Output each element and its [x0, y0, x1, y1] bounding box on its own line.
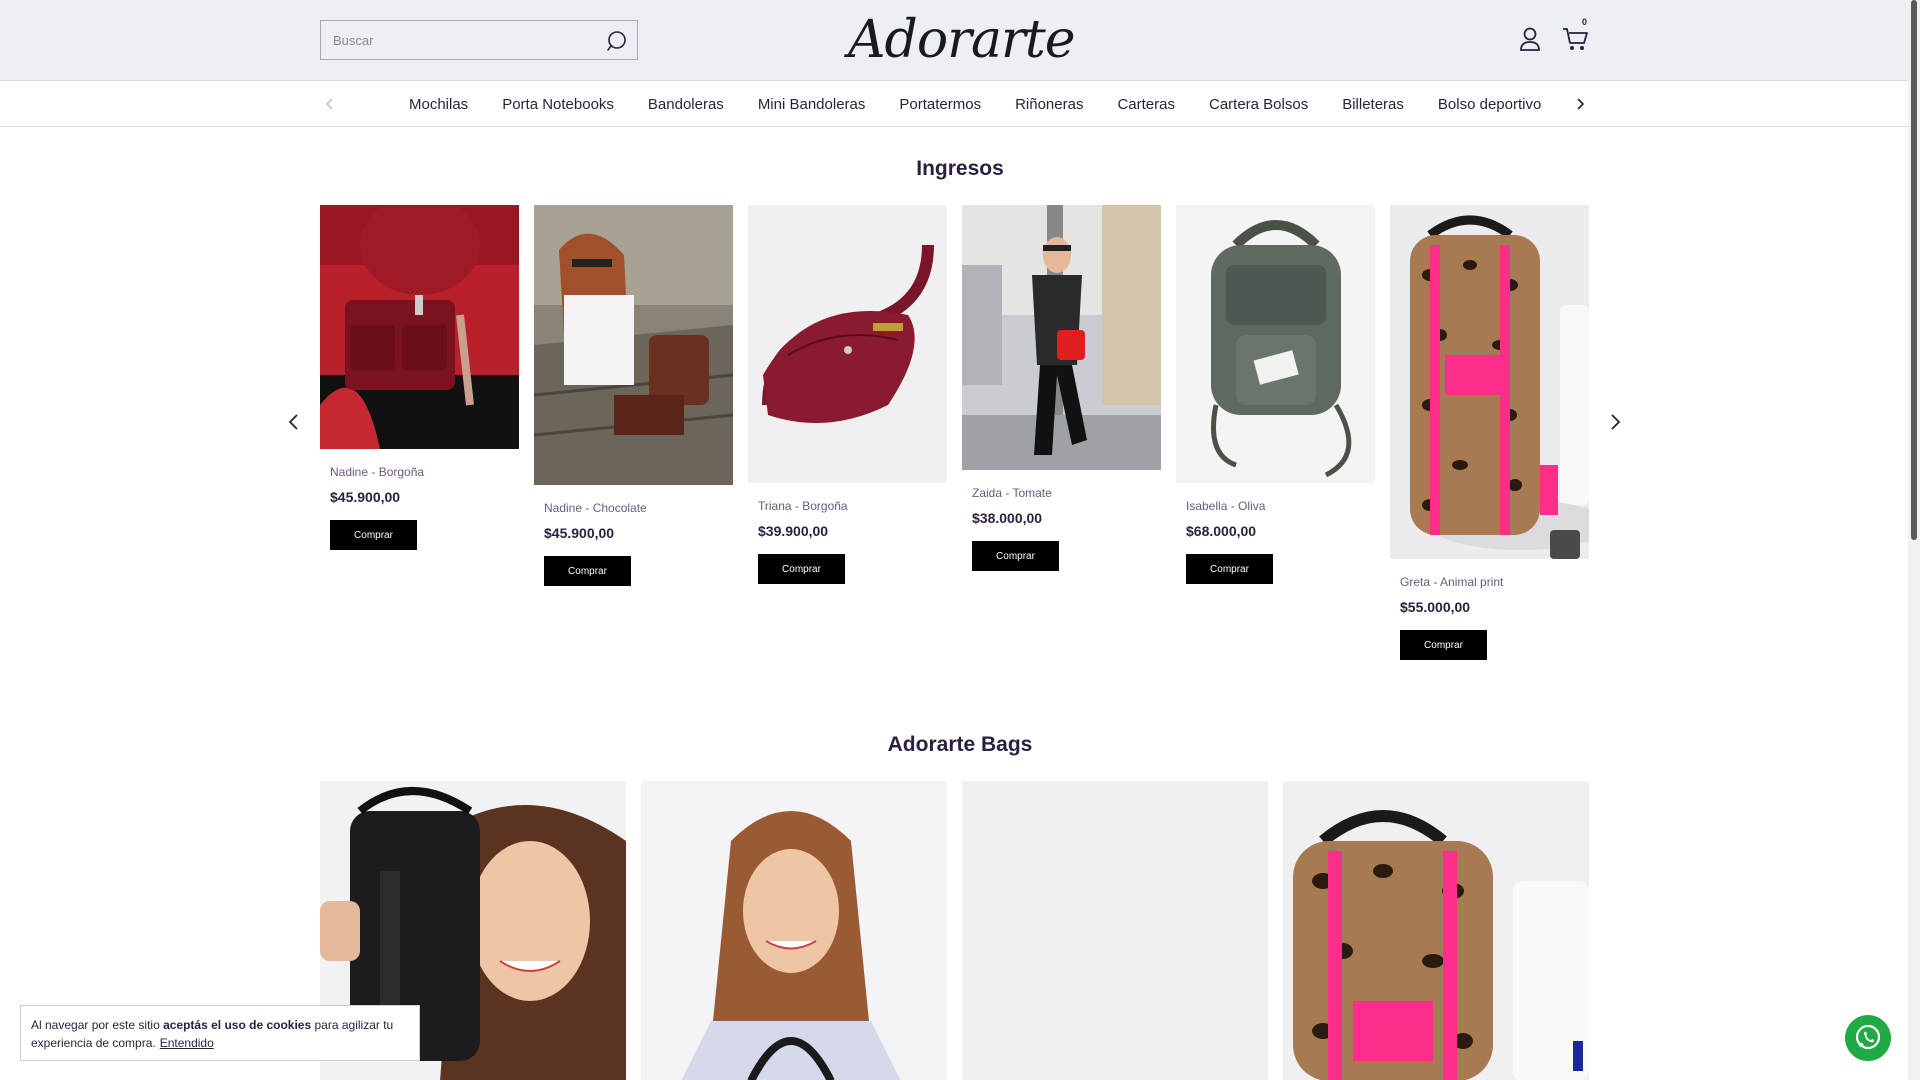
product-image[interactable]	[748, 205, 947, 483]
site-logo[interactable]: Adorarte	[848, 10, 1076, 70]
nav-item-porta-notebooks[interactable]: Porta Notebooks	[502, 96, 614, 113]
product-name[interactable]: Nadine - Chocolate	[544, 501, 733, 515]
category-nav: Mochilas Porta Notebooks Bandoleras Mini…	[0, 82, 1908, 127]
product-card: Nadine - Chocolate $45.900,00 Comprar	[534, 205, 733, 586]
nav-item-portatermos[interactable]: Portatermos	[899, 96, 981, 113]
product-price: $38.000,00	[972, 510, 1043, 526]
search-box	[320, 20, 638, 60]
section-title-ingresos: Ingresos	[916, 157, 1004, 180]
product-card: Triana - Borgoña $39.900,00 Comprar	[748, 205, 947, 584]
cart-count-badge: 0	[1582, 17, 1588, 27]
nav-item-bandoleras[interactable]: Bandoleras	[648, 96, 724, 113]
nav-item-cartera-bolsos[interactable]: Cartera Bolsos	[1209, 96, 1308, 113]
product-name[interactable]: Zaida - Tomate	[972, 486, 1161, 500]
nav-next-chevron-icon[interactable]	[1570, 94, 1590, 114]
nav-item-rinoneras[interactable]: Riñoneras	[1015, 96, 1083, 113]
scrollbar-thumb[interactable]	[1911, 0, 1917, 540]
product-price: $39.900,00	[758, 523, 829, 539]
product-card: Zaida - Tomate $38.000,00 Comprar	[962, 205, 1161, 571]
buy-button[interactable]: Comprar	[544, 556, 631, 586]
product-card: Isabella - Oliva $68.000,00 Comprar	[1176, 205, 1375, 584]
carousel-next-chevron-icon[interactable]	[1604, 410, 1626, 434]
nav-item-carteras[interactable]: Carteras	[1117, 96, 1175, 113]
nav-item-mochilas[interactable]: Mochilas	[409, 96, 468, 113]
cookie-text-bold: aceptás el uso de cookies	[163, 1018, 312, 1032]
shopping-cart-icon[interactable]	[1561, 26, 1589, 52]
buy-button[interactable]: Comprar	[1400, 630, 1487, 660]
product-price: $45.900,00	[544, 525, 615, 541]
collection-card[interactable]	[641, 781, 947, 1080]
cookie-text: Al navegar por este sitio	[31, 1018, 164, 1032]
buy-button[interactable]: Comprar	[1186, 554, 1273, 584]
page-scrollbar[interactable]	[1908, 0, 1920, 1080]
carousel-prev-chevron-icon[interactable]	[283, 410, 305, 434]
product-card: Greta - Animal print $55.000,00 Comprar	[1390, 205, 1589, 660]
whatsapp-icon	[1855, 1024, 1881, 1050]
collection-card[interactable]	[1283, 781, 1589, 1080]
buy-button[interactable]: Comprar	[758, 554, 845, 584]
product-price: $45.900,00	[330, 489, 401, 505]
nav-item-billeteras[interactable]: Billeteras	[1342, 96, 1404, 113]
product-price: $55.000,00	[1400, 599, 1471, 615]
product-name[interactable]: Isabella - Oliva	[1186, 499, 1375, 513]
product-name[interactable]: Nadine - Borgoña	[330, 465, 519, 479]
product-image[interactable]	[1390, 205, 1589, 559]
product-image[interactable]	[320, 205, 519, 449]
cookie-accept-link[interactable]: Entendido	[160, 1036, 214, 1050]
cookie-banner: Al navegar por este sitio aceptás el uso…	[20, 1005, 420, 1061]
buy-button[interactable]: Comprar	[972, 541, 1059, 571]
product-image[interactable]	[534, 205, 733, 485]
nav-prev-chevron-icon[interactable]	[320, 94, 340, 114]
product-image[interactable]	[962, 205, 1161, 470]
product-name[interactable]: Triana - Borgoña	[758, 499, 947, 513]
nav-items: Mochilas Porta Notebooks Bandoleras Mini…	[392, 82, 1558, 127]
site-header: Adorarte 0	[0, 0, 1908, 81]
section-title-adorarte-bags: Adorarte Bags	[887, 733, 1033, 756]
whatsapp-chat-button[interactable]	[1845, 1015, 1891, 1061]
search-input[interactable]	[321, 21, 591, 59]
buy-button[interactable]: Comprar	[330, 520, 417, 550]
nav-item-mini-bandoleras[interactable]: Mini Bandoleras	[758, 96, 866, 113]
search-icon[interactable]	[605, 29, 629, 53]
product-name[interactable]: Greta - Animal print	[1400, 575, 1589, 589]
product-price: $68.000,00	[1186, 523, 1257, 539]
product-image[interactable]	[1176, 205, 1375, 483]
nav-item-bolso-deportivo[interactable]: Bolso deportivo	[1438, 96, 1541, 113]
user-account-icon[interactable]	[1518, 26, 1542, 52]
collection-card[interactable]	[962, 781, 1268, 1080]
product-card: Nadine - Borgoña $45.900,00 Comprar	[320, 205, 519, 550]
